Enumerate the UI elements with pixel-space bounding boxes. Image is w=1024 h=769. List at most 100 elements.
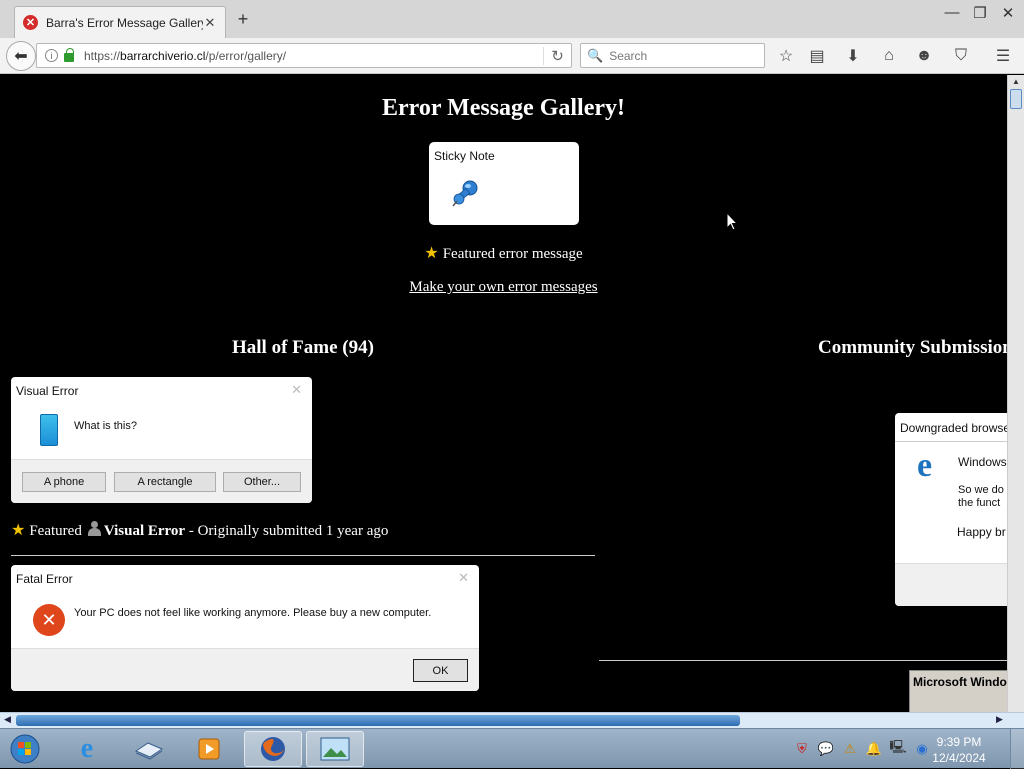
page-title: Error Message Gallery! — [381, 95, 626, 121]
mouse-cursor-icon — [726, 212, 738, 231]
lock-icon — [64, 47, 74, 62]
divider — [599, 660, 1007, 661]
fatal-error-dialog[interactable]: Fatal Error ✕ ✕ Your PC does not feel li… — [11, 565, 479, 691]
rectangle-button[interactable]: A rectangle — [114, 472, 216, 492]
firefox-icon[interactable] — [244, 731, 302, 767]
image-viewer-icon[interactable] — [306, 731, 364, 767]
search-placeholder: Search — [609, 48, 648, 63]
title-divider — [895, 441, 1007, 442]
featured-legend: ★ Featured error message — [0, 243, 1007, 263]
dialog-footer: A phone A rectangle Other... — [11, 459, 312, 503]
dialog-footer: OK — [11, 648, 479, 691]
media-player-icon[interactable] — [180, 731, 238, 767]
scroll-thumb[interactable] — [1010, 89, 1022, 109]
dialog-message: What is this? — [74, 420, 137, 432]
dialog-line: Windows — [958, 455, 1007, 469]
star-icon: ★ — [424, 245, 439, 262]
scroll-right-icon[interactable]: ▶ — [996, 714, 1003, 725]
volume-icon[interactable]: ◉ — [914, 741, 930, 757]
entry-meta: ★ Featured Visual Error - Originally submi… — [11, 520, 388, 540]
search-input[interactable]: 🔍 Search — [580, 43, 765, 68]
pocket-icon[interactable]: ⛉ — [950, 45, 972, 67]
start-button[interactable] — [5, 731, 45, 767]
sticky-note-title: Sticky Note — [434, 149, 495, 163]
other-button[interactable]: Other... — [223, 472, 301, 492]
url-text[interactable]: https://barrarchiverio.cl/p/error/galler… — [84, 49, 543, 63]
home-icon[interactable]: ⌂ — [878, 45, 900, 67]
dialog-message: Your PC does not feel like working anymo… — [74, 607, 432, 619]
picture-icon — [320, 737, 350, 761]
url-domain: barrarchiverio.cl — [120, 48, 206, 63]
folder-icon — [134, 742, 164, 760]
close-tab-icon[interactable]: ✕ — [203, 15, 217, 31]
tab-error-gallery[interactable]: ✕ Barra's Error Message Gallery ✕ — [14, 6, 226, 38]
arrow-left-icon: ⬅ — [14, 48, 28, 65]
make-error-link[interactable]: Make your own error messages — [0, 279, 1007, 296]
x-circle-icon: ✕ — [23, 15, 38, 30]
file-explorer-icon[interactable] — [120, 731, 178, 767]
downgraded-browser-dialog[interactable]: Downgraded browse e Windows So we do the… — [895, 413, 1007, 606]
reload-icon[interactable]: ↻ — [543, 46, 571, 65]
phone-button[interactable]: A phone — [22, 472, 106, 492]
internet-explorer-icon[interactable]: e — [58, 731, 116, 767]
error-icon: ✕ — [33, 604, 65, 636]
dialog-footer — [895, 563, 1007, 606]
scroll-up-icon[interactable]: ▲ — [1012, 77, 1020, 86]
ms-windows-dialog[interactable]: Microsoft Windo — [909, 670, 1007, 712]
restore-button[interactable]: ❐ — [970, 4, 990, 22]
info-icon[interactable]: i — [45, 49, 58, 62]
divider — [11, 555, 595, 556]
clock[interactable]: 9:39 PM 12/4/2024 — [930, 734, 988, 766]
alert-icon[interactable]: ⚠ — [842, 741, 858, 757]
firefox-glyph — [261, 737, 285, 761]
network-icon[interactable]: 🖳 — [889, 739, 906, 757]
search-icon: 🔍 — [587, 47, 604, 63]
scroll-left-icon[interactable]: ◀ — [4, 714, 11, 725]
smiley-icon[interactable]: ☻ — [913, 45, 935, 67]
taskbar: e ⛨ 💬 ⚠ 🔔 🖳 ◉ 9:39 PM 12/4/2024 — [0, 728, 1024, 769]
minimize-button[interactable]: — — [942, 4, 962, 21]
ie-glyph: e — [80, 733, 94, 764]
dialog-title: Downgraded browse — [900, 421, 1007, 435]
web-page: Error Message Gallery! Sticky Note ★ Feat… — [0, 75, 1007, 712]
back-button[interactable]: ⬅ — [6, 41, 36, 71]
phone-icon — [40, 414, 58, 446]
vertical-scrollbar[interactable]: ▲ — [1007, 75, 1024, 712]
url-path: /p/error/gallery/ — [205, 48, 287, 63]
chat-icon[interactable]: 💬 — [818, 741, 834, 757]
user-icon — [87, 521, 101, 536]
bookmark-star-icon[interactable]: ☆ — [775, 45, 797, 67]
windows-logo-icon — [10, 734, 40, 764]
url-bar[interactable]: i https://barrarchiverio.cl/p/error/gall… — [36, 43, 572, 68]
url-prefix: https:// — [84, 48, 121, 63]
date: 12/4/2024 — [932, 751, 986, 765]
dialog-line: the funct — [958, 497, 1001, 509]
scroll-thumb[interactable] — [16, 715, 740, 726]
visual-error-dialog[interactable]: Visual Error ✕ What is this? A phone A r… — [11, 377, 312, 503]
edge-icon: e — [917, 447, 933, 484]
sticky-note-card[interactable]: Sticky Note — [429, 142, 579, 225]
bell-icon[interactable]: 🔔 — [866, 741, 882, 757]
shield-icon[interactable]: ⛨ — [794, 741, 810, 757]
show-desktop-button[interactable] — [1010, 729, 1024, 769]
hall-of-fame-heading: Hall of Fame (94) — [232, 337, 374, 358]
tab-title: Barra's Error Message Gallery — [46, 15, 203, 30]
close-window-button[interactable]: ✕ — [998, 4, 1018, 22]
close-icon[interactable]: ✕ — [458, 570, 469, 586]
download-icon[interactable]: ⬇ — [842, 45, 864, 67]
star-icon: ★ — [11, 522, 26, 539]
reading-list-icon[interactable]: ▤ — [806, 45, 828, 67]
new-tab-button[interactable]: + — [234, 9, 252, 30]
horizontal-scrollbar[interactable]: ◀ ▶ — [0, 712, 1024, 728]
ok-button[interactable]: OK — [413, 659, 468, 682]
close-icon[interactable]: ✕ — [291, 382, 302, 398]
dialog-line: So we do — [958, 484, 1004, 496]
entry-suffix: - Originally submitted 1 year ago — [188, 523, 389, 539]
tab-strip: ✕ Barra's Error Message Gallery ✕ + — ❐ … — [0, 0, 1024, 38]
community-heading: Community Submission — [818, 337, 1007, 358]
featured-label: Featured error message — [442, 246, 583, 262]
entry-name[interactable]: Visual Error — [104, 523, 185, 539]
dialog-title: Visual Error — [16, 384, 79, 398]
dialog-title: Microsoft Windo — [913, 675, 1007, 689]
menu-icon[interactable]: ☰ — [992, 45, 1014, 67]
